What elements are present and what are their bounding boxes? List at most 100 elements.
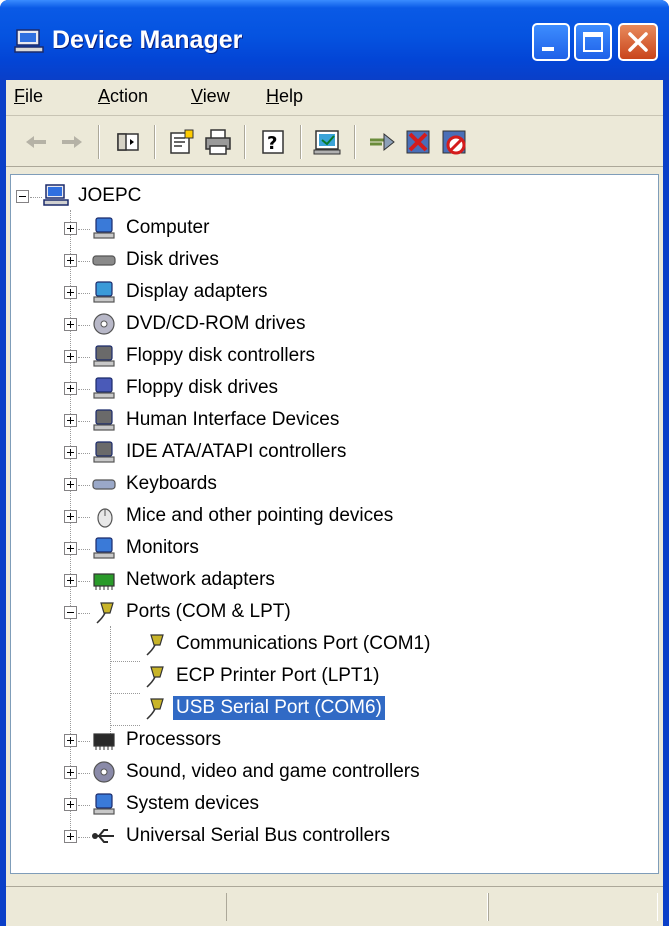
tree-category-label: Universal Serial Bus controllers <box>126 825 390 846</box>
tree-line <box>30 197 42 198</box>
tree-category-label: Monitors <box>126 537 199 558</box>
tree-category-label: Human Interface Devices <box>126 409 340 430</box>
tree-expander[interactable] <box>64 446 77 459</box>
tree-line <box>78 741 90 742</box>
tree-category-label: Display adapters <box>126 281 268 302</box>
tree-line <box>78 773 90 774</box>
menu-bar: File Action View Help <box>6 80 663 116</box>
tree-device-label: ECP Printer Port (LPT1) <box>176 665 380 686</box>
tree-category-label: System devices <box>126 793 260 814</box>
tree-category[interactable]: Ports (COM & LPT) <box>91 597 294 627</box>
tree-expander[interactable] <box>64 286 77 299</box>
tree-expander[interactable] <box>64 574 77 587</box>
svg-text:?: ? <box>267 133 277 154</box>
tree-expander[interactable] <box>64 318 77 331</box>
tree-category[interactable]: Display adapters <box>91 277 271 307</box>
tree-device-label: USB Serial Port (COM6) <box>172 695 386 721</box>
tree-category[interactable]: Sound, video and game controllers <box>91 757 423 787</box>
tree-category-label: Computer <box>126 217 210 238</box>
device-tree[interactable]: JOEPC Computer Disk drives Display adapter… <box>10 174 659 874</box>
toolbar-separator <box>154 125 156 159</box>
status-pane <box>226 893 488 921</box>
tree-category[interactable]: System devices <box>91 789 262 819</box>
tree-category[interactable]: Monitors <box>91 533 202 563</box>
minimize-button[interactable] <box>532 23 570 61</box>
maximize-button[interactable] <box>574 23 612 61</box>
tree-category[interactable]: DVD/CD-ROM drives <box>91 309 308 339</box>
tree-category-label: Ports (COM & LPT) <box>126 601 291 622</box>
menu-file[interactable]: File <box>12 86 45 107</box>
update-driver-icon[interactable] <box>366 126 398 158</box>
tree-device[interactable]: Communications Port (COM1) <box>141 629 433 659</box>
menu-help[interactable]: Help <box>264 86 305 107</box>
computer-monitor-icon <box>14 29 44 53</box>
port-icon <box>146 634 164 656</box>
menu-view[interactable]: View <box>189 86 232 107</box>
tree-expander[interactable] <box>64 382 77 395</box>
title-bar[interactable]: Device Manager <box>0 0 669 80</box>
system-device-icon <box>93 793 115 815</box>
tree-category[interactable]: Computer <box>91 213 212 243</box>
floppy-drive-icon <box>93 377 115 399</box>
scan-hardware-changes-icon[interactable] <box>312 126 344 158</box>
tree-expander[interactable] <box>16 190 29 203</box>
print-icon[interactable] <box>202 126 234 158</box>
keyboard-icon <box>92 479 116 490</box>
tree-expander[interactable] <box>64 542 77 555</box>
tree-device-label: Communications Port (COM1) <box>176 633 431 654</box>
tree-category[interactable]: Disk drives <box>91 245 222 275</box>
tree-category[interactable]: Mice and other pointing devices <box>91 501 396 531</box>
minimize-icon <box>542 47 554 51</box>
show-hide-console-tree-icon[interactable] <box>112 126 144 158</box>
back-arrow-icon[interactable] <box>20 126 52 158</box>
window-title: Device Manager <box>52 26 243 54</box>
tree-line <box>78 805 90 806</box>
hid-icon <box>93 409 115 431</box>
maximize-icon <box>583 32 603 52</box>
tree-root-label: JOEPC <box>78 185 142 206</box>
forward-arrow-icon[interactable] <box>56 126 88 158</box>
close-button[interactable] <box>618 23 658 61</box>
tree-category[interactable]: IDE ATA/ATAPI controllers <box>91 437 349 467</box>
tree-expander[interactable] <box>64 766 77 779</box>
help-icon[interactable]: ? <box>258 126 290 158</box>
tree-expander[interactable] <box>64 830 77 843</box>
tree-line <box>78 613 90 614</box>
mouse-icon <box>97 508 113 528</box>
tree-expander[interactable] <box>64 254 77 267</box>
tree-line <box>78 261 90 262</box>
menu-action[interactable]: Action <box>96 86 150 107</box>
toolbar-separator <box>300 125 302 159</box>
tree-expander[interactable] <box>64 478 77 491</box>
processor-icon <box>93 733 115 750</box>
tree-line <box>78 325 90 326</box>
tree-expander[interactable] <box>64 798 77 811</box>
tree-device[interactable]: ECP Printer Port (LPT1) <box>141 661 382 691</box>
uninstall-icon[interactable] <box>402 126 434 158</box>
disable-icon[interactable] <box>438 126 470 158</box>
tree-category[interactable]: Floppy disk drives <box>91 373 281 403</box>
tree-root[interactable]: JOEPC <box>43 181 144 211</box>
tree-category[interactable]: Processors <box>91 725 224 755</box>
tree-expander[interactable] <box>64 510 77 523</box>
tree-line <box>78 229 90 230</box>
tree-expander[interactable] <box>64 350 77 363</box>
properties-icon[interactable] <box>166 126 198 158</box>
tree-category-label: Network adapters <box>126 569 275 590</box>
port-icon <box>96 602 114 624</box>
tree-category[interactable]: Universal Serial Bus controllers <box>91 821 393 851</box>
tree-line <box>110 693 140 694</box>
tree-category[interactable]: Human Interface Devices <box>91 405 342 435</box>
status-pane <box>488 893 658 921</box>
tree-device-selected[interactable]: USB Serial Port (COM6) <box>141 693 386 723</box>
tree-expander[interactable] <box>64 734 77 747</box>
tree-line <box>78 837 90 838</box>
tree-category-label: Floppy disk drives <box>126 377 279 398</box>
tree-expander[interactable] <box>64 606 77 619</box>
tree-expander[interactable] <box>64 222 77 235</box>
tree-category[interactable]: Floppy disk controllers <box>91 341 318 371</box>
tree-expander[interactable] <box>64 414 77 427</box>
tree-category[interactable]: Network adapters <box>91 565 278 595</box>
tree-category[interactable]: Keyboards <box>91 469 220 499</box>
client-area: File Action View Help ? JOEPC Computer D… <box>6 80 663 926</box>
